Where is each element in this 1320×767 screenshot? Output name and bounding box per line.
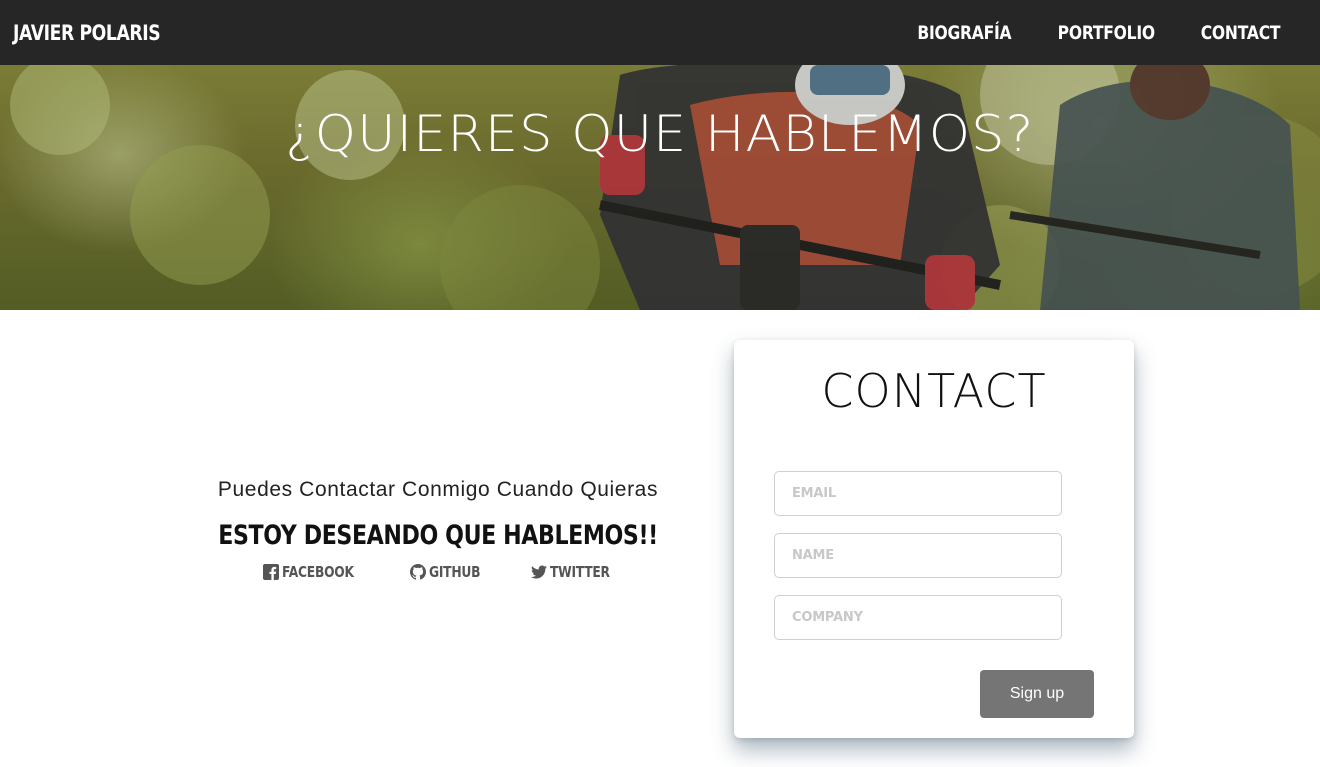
social-label-github: GITHUB — [428, 563, 480, 581]
contact-title: CONTACT — [821, 364, 1047, 418]
hero-overlay — [0, 65, 1320, 310]
social-label-twitter: TWITTER — [550, 563, 610, 581]
github-icon — [409, 564, 426, 580]
nav-link-biografia[interactable]: BIOGRAFÍA — [914, 22, 1015, 44]
brand-logo[interactable]: JAVIER POLARIS — [13, 21, 161, 45]
navbar: JAVIER POLARIS BIOGRAFÍA PORTFOLIO CONTA… — [0, 0, 1320, 65]
hero-title: ¿QUIERES QUE HABLEMOS? — [285, 105, 1035, 163]
nav-link-contact[interactable]: CONTACT — [1197, 22, 1283, 44]
name-field[interactable] — [774, 533, 1062, 578]
contact-form-card: CONTACT Sign up — [734, 340, 1134, 738]
signup-button[interactable]: Sign up — [980, 670, 1094, 718]
info-subtitle: Puedes Contactar Conmigo Cuando Quieras — [217, 478, 659, 501]
info-title: ESTOY DESEANDO QUE HABLEMOS!! — [218, 520, 658, 551]
social-link-twitter[interactable]: TWITTER — [531, 563, 623, 581]
contact-info: Puedes Contactar Conmigo Cuando Quieras … — [160, 478, 716, 581]
facebook-icon — [263, 564, 280, 580]
company-field[interactable] — [774, 595, 1062, 640]
social-label-facebook: FACEBOOK — [282, 563, 354, 581]
email-field[interactable] — [774, 471, 1062, 516]
nav-link-portfolio[interactable]: PORTFOLIO — [1055, 22, 1159, 44]
hero-banner: ¿QUIERES QUE HABLEMOS? — [0, 65, 1320, 310]
social-links: FACEBOOK GITHUB TWITTER — [160, 563, 716, 581]
nav-links: BIOGRAFÍA PORTFOLIO CONTACT — [903, 22, 1293, 44]
twitter-icon — [531, 565, 548, 579]
social-link-github[interactable]: GITHUB — [409, 563, 492, 581]
social-link-facebook[interactable]: FACEBOOK — [263, 563, 370, 581]
